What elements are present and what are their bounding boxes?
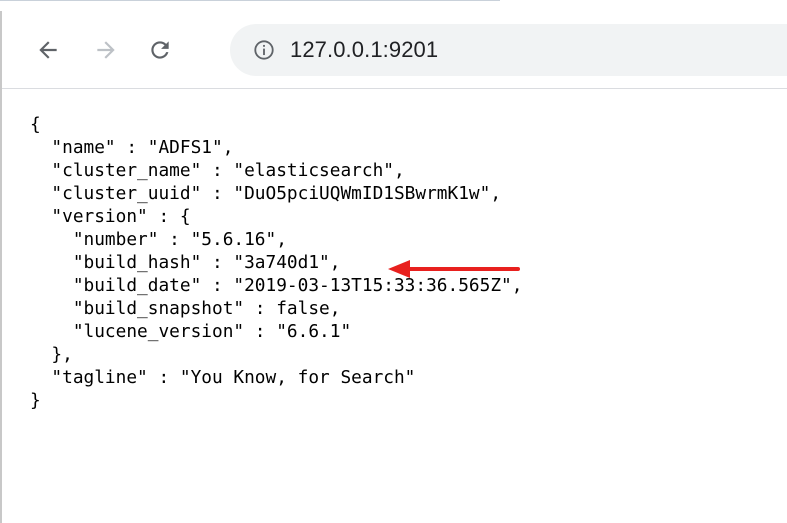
json-line: "lucene_version" : "6.6.1": [30, 321, 352, 342]
json-line: "cluster_name" : "elasticsearch",: [30, 160, 405, 181]
json-line: "build_snapshot" : false,: [30, 298, 341, 319]
back-button[interactable]: [30, 32, 66, 68]
info-circle-icon[interactable]: [252, 38, 276, 62]
url-text[interactable]: 127.0.0.1:9201: [290, 37, 438, 63]
json-line: },: [30, 344, 73, 365]
json-line-version-number: "number" : "5.6.16",: [30, 229, 287, 250]
arrow-right-icon: [93, 37, 119, 63]
browser-window: 127.0.0.1:9201 { "name" : "ADFS1", "clus…: [0, 0, 787, 523]
json-line: "version" : {: [30, 206, 191, 227]
json-line: "cluster_uuid" : "DuO5pciUQWmID1SBwrmK1w…: [30, 183, 502, 204]
reload-icon: [147, 37, 173, 63]
json-line: }: [30, 390, 41, 411]
json-line: "name" : "ADFS1",: [30, 137, 234, 158]
toolbar-divider: [2, 88, 787, 89]
reload-button[interactable]: [142, 32, 178, 68]
forward-button[interactable]: [88, 32, 124, 68]
json-line: "tagline" : "You Know, for Search": [30, 367, 416, 388]
browser-toolbar: 127.0.0.1:9201: [2, 10, 787, 88]
red-arrow-left-icon: [388, 260, 520, 278]
json-line: {: [30, 114, 41, 135]
address-bar[interactable]: 127.0.0.1:9201: [230, 24, 787, 76]
arrow-left-icon: [35, 37, 61, 63]
